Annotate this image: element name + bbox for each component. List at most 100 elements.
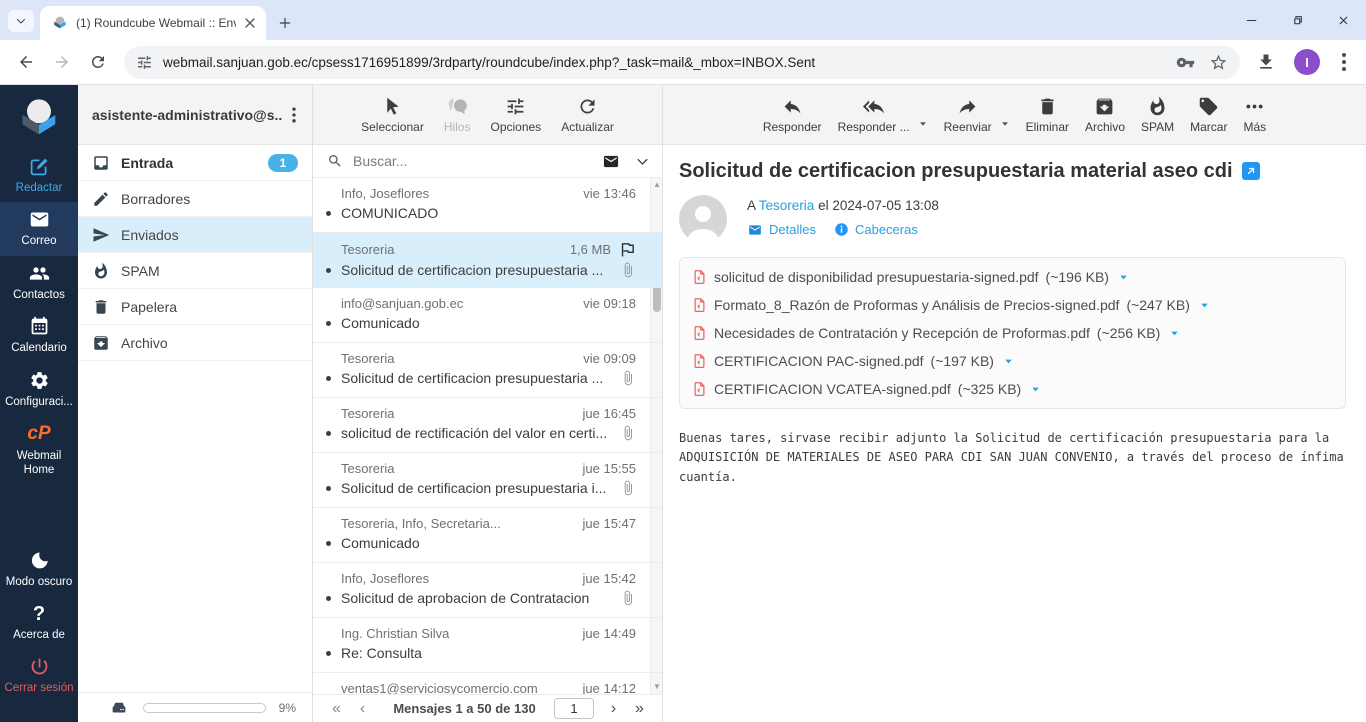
toolbar-button[interactable]: Marcar	[1190, 96, 1227, 134]
message-row[interactable]: ventas1@serviciosycomercio.com jue 14:12	[313, 673, 662, 694]
browser-menu-button[interactable]	[1332, 50, 1356, 74]
toolbar-button-label: Archivo	[1084, 119, 1125, 134]
back-button[interactable]	[10, 46, 42, 78]
toolbar-button[interactable]: Seleccionar	[361, 96, 424, 134]
page-number-input[interactable]	[554, 698, 594, 719]
message-row-subject: solicitud de rectificación del valor en …	[341, 425, 608, 441]
toolbar-button[interactable]: Actualizar	[561, 96, 614, 134]
message-row[interactable]: Info, Joseflores jue 15:42 Solicitud de …	[313, 563, 662, 618]
search-icon	[327, 153, 343, 169]
folder-menu-button[interactable]	[284, 105, 304, 125]
bookmark-star-icon[interactable]	[1209, 53, 1228, 72]
attachment-size: (~197 KB)	[930, 353, 994, 369]
quota-bar: 9%	[78, 692, 312, 722]
search-scope-envelope-icon[interactable]	[601, 153, 621, 170]
message-row[interactable]: Tesoreria vie 09:09 Solicitud de certifi…	[313, 343, 662, 398]
new-tab-button[interactable]	[272, 10, 298, 36]
caret-down-icon[interactable]	[1000, 119, 1010, 129]
envelope-icon	[747, 223, 763, 237]
next-page-button[interactable]: ›	[600, 700, 626, 718]
sidebar-item[interactable]: Calendario	[0, 309, 78, 362]
message-row[interactable]: Tesoreria jue 16:45 solicitud de rectifi…	[313, 398, 662, 453]
prev-page-button[interactable]: ‹	[349, 700, 375, 718]
caret-down-icon[interactable]	[918, 119, 928, 129]
message-row[interactable]: Ing. Christian Silva jue 14:49 Re: Consu…	[313, 618, 662, 673]
sidebar-item[interactable]: Contactos	[0, 256, 78, 309]
toolbar-button[interactable]: Reenviar	[944, 96, 992, 134]
sidebar-item[interactable]: Modo oscuro	[0, 543, 78, 596]
folder-item[interactable]: Papelera	[78, 289, 312, 325]
search-options-chevron-icon[interactable]	[635, 154, 650, 169]
attachment-item[interactable]: Formato_8_Razón de Proformas y Análisis …	[692, 291, 1333, 319]
message-row[interactable]: info@sanjuan.gob.ec vie 09:18 Comunicado	[313, 288, 662, 343]
downloads-button[interactable]	[1250, 46, 1282, 78]
toolbar-button[interactable]: Eliminar	[1026, 96, 1069, 134]
sidebar-item[interactable]: Configuraci...	[0, 363, 78, 416]
pointer-icon	[382, 96, 403, 117]
browser-profile-avatar[interactable]: I	[1294, 49, 1320, 75]
sidebar-item[interactable]: Redactar	[0, 149, 78, 202]
attachment-caret-icon[interactable]	[1199, 300, 1210, 311]
attachment-caret-icon[interactable]	[1169, 328, 1180, 339]
forward-button[interactable]	[46, 46, 78, 78]
attachment-item[interactable]: CERTIFICACION VCATEA-signed.pdf (~325 KB…	[692, 375, 1041, 403]
sidebar-item[interactable]: Correo	[0, 202, 78, 256]
browser-tab[interactable]: (1) Roundcube Webmail :: Envia	[40, 6, 266, 40]
folder-item[interactable]: Borradores	[78, 181, 312, 217]
download-icon	[1256, 52, 1276, 72]
browser-tab-strip: Actividad 2024-07-05 08:00:00 (1) Roundc…	[0, 0, 1366, 40]
search-input[interactable]	[353, 153, 601, 169]
attachment-item[interactable]: Necesidades de Contratación y Recepción …	[692, 319, 1333, 347]
sidebar-item[interactable]: Cerrar sesión	[0, 649, 78, 702]
message-list: ▲ ▼ Info, Joseflores vie 13:46 COMUNICAD…	[313, 178, 662, 694]
toolbar-button[interactable]: Responder	[763, 96, 822, 134]
address-bar[interactable]: webmail.sanjuan.gob.ec/cpsess1716951899/…	[124, 45, 1240, 79]
toolbar-button[interactable]: Archivo	[1085, 96, 1125, 134]
toolbar-button[interactable]: Opciones	[490, 96, 541, 134]
last-page-button[interactable]: »	[626, 700, 652, 718]
first-page-button[interactable]: «	[323, 700, 349, 718]
headers-label: Cabeceras	[854, 222, 918, 237]
moon-icon	[29, 550, 50, 571]
message-row[interactable]: Tesoreria jue 15:55 Solicitud de certifi…	[313, 453, 662, 508]
attachment-caret-icon[interactable]	[1030, 384, 1041, 395]
flag-icon[interactable]	[619, 241, 636, 258]
options-icon	[505, 96, 526, 117]
sidebar-item[interactable]: ? Acerca de	[0, 596, 78, 649]
roundcube-favicon	[52, 15, 68, 31]
tab-close-icon[interactable]	[242, 15, 258, 31]
open-in-new-window-icon[interactable]	[1241, 162, 1260, 180]
toolbar-button[interactable]: Responder ...	[838, 96, 910, 134]
attachment-item[interactable]: solicitud de disponibilidad presupuestar…	[692, 263, 1333, 291]
folder-label: Papelera	[121, 298, 178, 315]
toolbar-button[interactable]: Hilos	[444, 96, 470, 134]
folder-item[interactable]: Archivo	[78, 325, 312, 361]
webmail-app: Redactar Correo Contactos Calendario Con…	[0, 85, 1366, 722]
message-row[interactable]: Tesoreria, Info, Secretaria... jue 15:47…	[313, 508, 662, 563]
attachment-caret-icon[interactable]	[1118, 272, 1129, 283]
reload-button[interactable]	[82, 46, 114, 78]
close-window-button[interactable]	[1320, 0, 1366, 40]
folder-item[interactable]: Enviados	[78, 217, 312, 253]
message-row[interactable]: Tesoreria 1,6 MB Solicitud de certificac…	[313, 233, 662, 288]
url-text[interactable]: webmail.sanjuan.gob.ec/cpsess1716951899/…	[163, 55, 1176, 70]
toolbar-button[interactable]: Más	[1243, 96, 1266, 134]
toolbar-button[interactable]: SPAM	[1141, 96, 1174, 134]
attachment-caret-icon[interactable]	[1003, 356, 1014, 367]
tab-search-chevron-button[interactable]	[8, 10, 34, 32]
headers-link[interactable]: Cabeceras	[834, 222, 918, 237]
folder-item[interactable]: Entrada 1	[78, 145, 312, 181]
folder-item[interactable]: SPAM	[78, 253, 312, 289]
attachment-item[interactable]: CERTIFICACION PAC-signed.pdf (~197 KB)	[692, 347, 1014, 375]
password-key-icon[interactable]	[1176, 53, 1195, 72]
sidebar-item[interactable]: cP Webmail Home	[0, 416, 78, 485]
restore-button[interactable]	[1274, 0, 1320, 40]
paperclip-icon	[620, 262, 636, 278]
site-settings-icon[interactable]	[136, 54, 153, 71]
recipient-link[interactable]: Tesoreria	[759, 198, 815, 213]
message-row[interactable]: Info, Joseflores vie 13:46 COMUNICADO	[313, 178, 662, 233]
toolbar-button-label: Marcar	[1190, 119, 1228, 134]
attachments-list: solicitud de disponibilidad presupuestar…	[679, 257, 1346, 409]
minimize-button[interactable]	[1228, 0, 1274, 40]
details-link[interactable]: Detalles	[747, 222, 816, 237]
